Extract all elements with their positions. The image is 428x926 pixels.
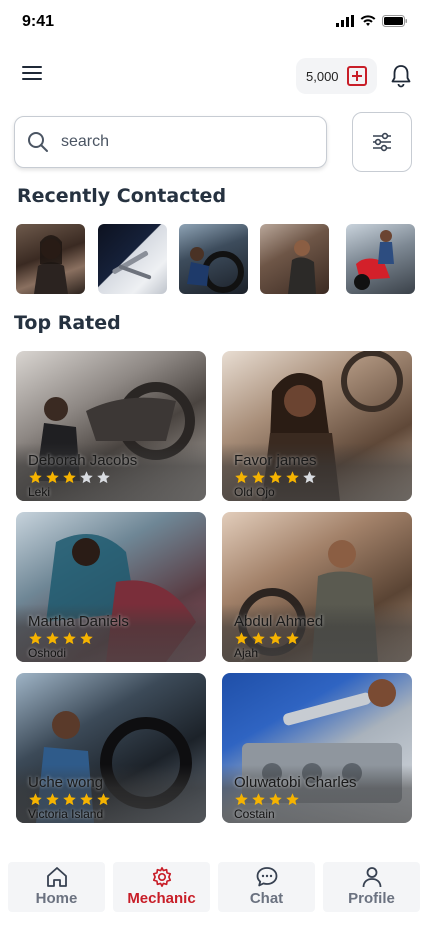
rating-stars [28,470,111,485]
star-filled-icon [286,793,299,806]
star-filled-icon [80,793,93,806]
star-filled-icon [63,793,76,806]
status-icons [336,15,408,27]
recently-contacted-title: Recently Contacted [17,185,227,207]
filter-button[interactable] [352,112,412,172]
mechanic-name: Martha Daniels [28,613,129,630]
star-filled-icon [29,471,42,484]
mechanic-location: Oshodi [28,646,67,660]
star-filled-icon [80,632,93,645]
credits-value: 5,000 [306,68,339,84]
wifi-icon [360,15,376,26]
credits-pill[interactable]: 5,000 [296,58,377,94]
nav-profile[interactable]: Profile [323,862,420,912]
star-filled-icon [286,471,299,484]
star-filled-icon [46,471,59,484]
add-credit-icon [346,66,367,86]
nav-home-label: Home [35,890,78,907]
recent-contact-5[interactable] [346,224,415,294]
star-empty-icon [80,471,93,484]
menu-icon[interactable] [22,66,42,84]
star-filled-icon [97,793,110,806]
star-empty-icon [97,471,110,484]
home-icon [46,867,67,887]
search-box [14,116,327,168]
star-filled-icon [252,632,265,645]
rating-stars [28,631,94,646]
rating-stars [28,792,111,807]
mechanic-card[interactable]: Uche wong Victoria Island [16,673,206,823]
mechanic-location: Victoria Island [28,807,104,821]
mechanic-name: Uche wong [28,774,104,791]
user-icon [362,867,381,888]
mechanic-card[interactable]: Martha Daniels Oshodi [16,512,206,662]
mechanic-name: Deborah Jacobs [28,452,138,469]
recently-contacted-list [16,224,428,294]
star-filled-icon [269,793,282,806]
star-filled-icon [269,471,282,484]
rating-stars [234,792,300,807]
mechanic-location: Costain [234,807,275,821]
mechanic-location: Old Ojo [234,485,275,499]
gear-icon [152,867,171,887]
star-filled-icon [235,471,248,484]
top-bar: 5,000 [0,56,428,96]
rating-stars [234,470,317,485]
star-filled-icon [46,793,59,806]
bell-icon[interactable] [390,64,412,88]
mechanic-name: Abdul Ahmed [234,613,324,630]
nav-mechanic[interactable]: Mechanic [113,862,210,912]
nav-home[interactable]: Home [8,862,105,912]
star-filled-icon [286,632,299,645]
star-filled-icon [269,632,282,645]
recent-contact-4[interactable] [260,224,329,294]
rating-stars [234,631,300,646]
nav-mechanic-label: Mechanic [127,890,196,907]
star-filled-icon [29,632,42,645]
star-filled-icon [63,471,76,484]
mechanic-name: Favor james [234,452,317,469]
chat-icon [256,867,277,887]
battery-icon [382,15,407,27]
recent-contact-2[interactable] [98,224,167,294]
mechanic-location: Leki [28,485,51,499]
signal-icon [336,15,354,27]
mechanic-name: Oluwatobi Charles [234,774,357,791]
star-filled-icon [252,471,265,484]
star-filled-icon [29,793,42,806]
top-rated-title: Top Rated [14,312,121,334]
star-filled-icon [235,632,248,645]
star-empty-icon [303,471,316,484]
status-bar: 9:41 [0,0,428,46]
star-filled-icon [63,632,76,645]
star-filled-icon [235,793,248,806]
nav-chat-label: Chat [249,890,284,907]
sliders-icon [373,132,391,152]
mechanic-card[interactable]: Abdul Ahmed Ajah [222,512,412,662]
star-filled-icon [46,632,59,645]
mechanic-location: Ajah [234,646,259,660]
mechanic-card[interactable]: Deborah Jacobs Leki [16,351,206,501]
status-time: 9:41 [22,13,55,30]
search-icon [28,132,48,152]
search-input[interactable] [61,133,301,151]
nav-profile-label: Profile [348,890,395,907]
recent-contact-3[interactable] [179,224,248,294]
star-filled-icon [252,793,265,806]
recent-contact-1[interactable] [16,224,85,294]
mechanic-card[interactable]: Favor james Old Ojo [222,351,412,501]
bottom-nav: Home Mechanic Chat Profile [8,862,420,912]
mechanic-card[interactable]: Oluwatobi Charles Costain [222,673,412,823]
nav-chat[interactable]: Chat [218,862,315,912]
